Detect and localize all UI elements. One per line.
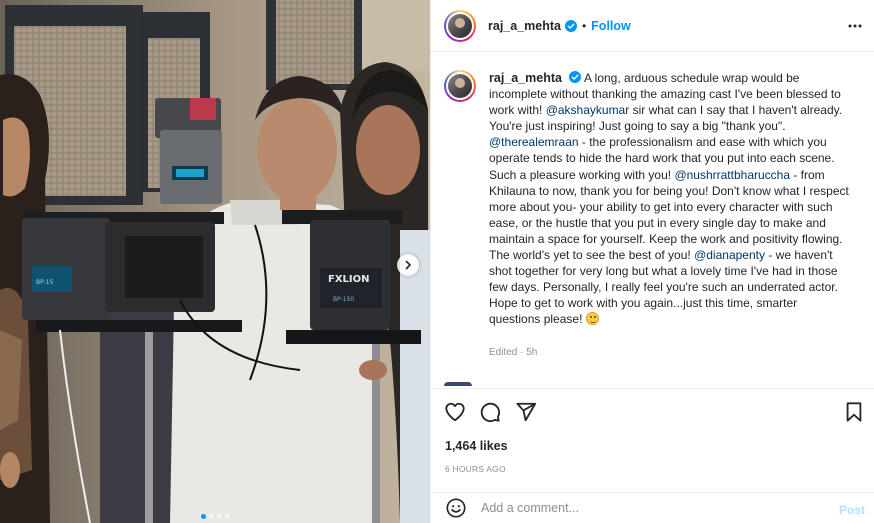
mention-link[interactable]: @therealemraan xyxy=(489,135,579,149)
next-slide-button[interactable] xyxy=(397,254,419,276)
carousel-dot xyxy=(216,514,222,519)
separator-dot: • xyxy=(581,18,587,33)
mention-link[interactable]: @nushrrattbharuccha xyxy=(674,168,790,182)
more-options-icon[interactable] xyxy=(847,18,863,34)
heart-icon[interactable] xyxy=(444,401,466,423)
carousel-dot xyxy=(208,514,214,519)
caption-author-avatar[interactable] xyxy=(444,70,476,102)
carousel-dot-active xyxy=(200,514,206,519)
bookmark-icon[interactable] xyxy=(843,401,865,423)
carousel-dot xyxy=(224,514,230,519)
post-actions: 1,464 likes 6 HOURS AGO xyxy=(431,388,874,503)
mention-link[interactable]: @akshaykumar xyxy=(546,103,630,117)
film-set-photo: FXLION BP-150 BP-15 xyxy=(0,0,430,523)
caption-text: raj_a_mehta A long, arduous schedule wra… xyxy=(489,70,851,328)
comment-icon[interactable] xyxy=(479,401,501,423)
add-comment-bar: Post xyxy=(431,492,874,523)
mention-link[interactable]: @dianapenty xyxy=(694,248,765,262)
follow-button[interactable]: Follow xyxy=(591,19,631,33)
like-count[interactable]: 1,464 likes xyxy=(445,439,508,453)
post-details-panel: raj_a_mehta • Follow raj_a_mehta A long,… xyxy=(430,0,874,523)
verified-badge-icon xyxy=(569,71,582,83)
instagram-post-modal: FXLION BP-150 BP-15 raj_a_mehta • Follow… xyxy=(0,0,874,523)
carousel-indicator xyxy=(0,514,430,519)
fxlion-label: FXLION xyxy=(328,274,370,285)
post-photo[interactable]: FXLION BP-150 BP-15 xyxy=(0,0,430,523)
send-icon[interactable] xyxy=(515,401,537,423)
verified-badge-icon xyxy=(564,19,577,32)
smiling-face-emoji-icon xyxy=(585,312,599,326)
caption-username[interactable]: raj_a_mehta xyxy=(489,71,562,85)
next-comment-avatar xyxy=(444,382,472,386)
smiley-icon[interactable] xyxy=(445,497,467,519)
battery-label-left: BP-15 xyxy=(36,279,54,286)
post-comment-button[interactable]: Post xyxy=(839,503,865,517)
post-header: raj_a_mehta • Follow xyxy=(431,0,874,52)
edited-timestamp: Edited · 5h xyxy=(489,347,538,358)
chevron-right-icon xyxy=(405,260,412,270)
post-time: 6 HOURS AGO xyxy=(445,464,506,474)
author-username[interactable]: raj_a_mehta xyxy=(488,19,561,33)
author-avatar[interactable] xyxy=(444,9,476,42)
comment-input[interactable] xyxy=(481,501,821,515)
battery-label: BP-150 xyxy=(333,296,354,303)
post-caption: raj_a_mehta A long, arduous schedule wra… xyxy=(444,70,864,328)
